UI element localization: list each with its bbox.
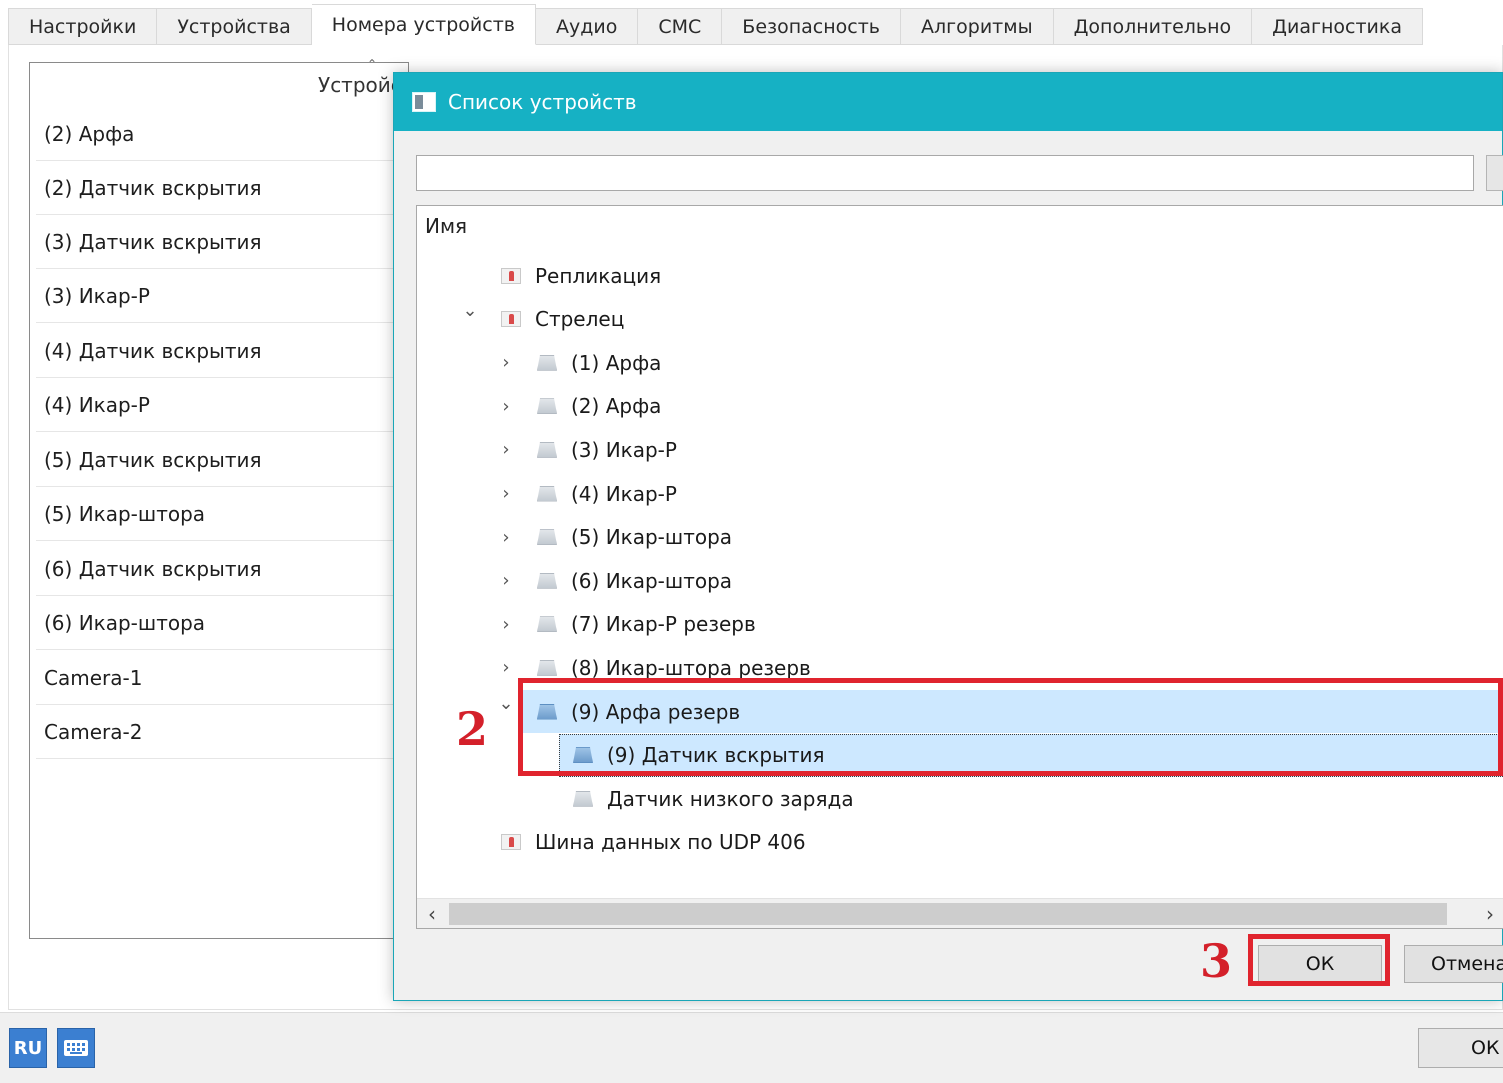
tree-item-label: Датчик низкого заряда — [607, 786, 854, 811]
horizontal-scrollbar[interactable]: ‹ › — [417, 898, 1503, 928]
tree-item[interactable]: Датчик низкого заряда — [417, 777, 1503, 820]
tab-additional[interactable]: Дополнительно — [1053, 8, 1253, 45]
tree-item[interactable]: › (2) Арфа — [417, 385, 1503, 428]
tab-device-numbers[interactable]: Номера устройств — [311, 4, 536, 45]
scroll-left-icon[interactable]: ‹ — [421, 902, 443, 926]
chevron-right-icon[interactable]: › — [497, 657, 515, 678]
annotation-highlight-selection — [518, 678, 1503, 776]
device-icon — [537, 354, 557, 371]
list-item[interactable]: (3) Икар-Р — [36, 269, 408, 323]
device-icon — [537, 441, 557, 458]
list-item[interactable]: (5) Икар-штора — [36, 487, 408, 541]
list-item[interactable]: (6) Икар-штора — [36, 596, 408, 650]
dialog-titlebar[interactable]: Список устройств — [394, 73, 1502, 131]
annotation-step-2: 2 — [456, 702, 489, 756]
device-list-dialog: Список устройств ⌃ Имя Репликация ⌄ Стреле… — [393, 72, 1503, 1001]
tree-item[interactable]: › (5) Икар-штора — [417, 516, 1503, 559]
search-input[interactable] — [416, 155, 1474, 191]
list-item[interactable]: (6) Датчик вскрытия — [36, 542, 408, 596]
list-item[interactable]: Camera-1 — [36, 651, 408, 705]
device-tree[interactable]: ⌃ Имя Репликация ⌄ Стрелец › (1) Арфа › (2) Ар… — [416, 205, 1503, 929]
tree-item-label: (1) Арфа — [571, 350, 662, 375]
tab-diagnostics[interactable]: Диагностика — [1252, 8, 1424, 45]
chevron-down-icon[interactable]: ⌄ — [497, 693, 515, 714]
dialog-title: Список устройств — [448, 90, 637, 114]
chevron-right-icon[interactable]: › — [497, 527, 515, 548]
language-button[interactable]: RU — [9, 1028, 47, 1068]
tree-item[interactable]: › (1) Арфа — [417, 341, 1503, 384]
device-icon — [537, 572, 557, 589]
tree-column-header[interactable]: Имя — [425, 214, 467, 238]
chevron-right-icon[interactable]: › — [497, 439, 515, 460]
bottom-bar — [0, 1012, 1503, 1083]
sort-ascending-icon: ⌃ — [367, 57, 378, 71]
chevron-right-icon[interactable]: › — [497, 352, 515, 373]
tree-item-label: Шина данных по UDP 406 — [535, 830, 806, 855]
tree-item-label: (2) Арфа — [571, 394, 662, 419]
tree-item[interactable]: Шина данных по UDP 406 — [417, 821, 1503, 864]
list-item[interactable]: Camera-2 — [36, 705, 408, 759]
tree-item[interactable]: › (3) Икар-Р — [417, 428, 1503, 471]
tree-item[interactable]: Репликация — [417, 254, 1503, 297]
tab-bar: Настройки Устройства Номера устройств Ау… — [8, 4, 1424, 45]
device-icon — [537, 529, 557, 546]
tree-item-label: Репликация — [535, 263, 662, 288]
device-icon — [537, 659, 557, 676]
device-list-header[interactable]: Устройс — [318, 73, 402, 97]
tab-sms[interactable]: СМС — [638, 8, 723, 45]
list-item[interactable]: (4) Икар-Р — [36, 378, 408, 432]
annotation-step-3: 3 — [1200, 934, 1233, 988]
scroll-right-icon[interactable]: › — [1479, 902, 1501, 926]
tree-item[interactable]: › (7) Икар-Р резерв — [417, 603, 1503, 646]
tab-devices[interactable]: Устройства — [157, 8, 312, 45]
list-item[interactable]: (5) Датчик вскрытия — [36, 433, 408, 487]
tree-item[interactable]: › (6) Икар-штора — [417, 559, 1503, 602]
dialog-cancel-button[interactable]: Отмена — [1404, 945, 1503, 983]
list-item[interactable]: (4) Датчик вскрытия — [36, 324, 408, 378]
device-icon — [537, 485, 557, 502]
tab-audio[interactable]: Аудио — [535, 8, 639, 45]
tab-security[interactable]: Безопасность — [722, 8, 902, 45]
tab-algorithms[interactable]: Алгоритмы — [901, 8, 1054, 45]
tree-item-label: (6) Икар-штора — [571, 568, 733, 593]
device-icon — [573, 790, 593, 807]
tree-item-label: (5) Икар-штора — [571, 525, 733, 550]
tree-item-label: (3) Икар-Р — [571, 437, 677, 462]
tree-item[interactable]: › (4) Икар-Р — [417, 472, 1503, 515]
pin-icon — [501, 834, 521, 851]
window-icon — [412, 92, 436, 112]
tree-item-label: Стрелец — [535, 307, 625, 332]
main-ok-button[interactable]: ОК — [1418, 1028, 1503, 1068]
device-icon — [537, 398, 557, 415]
tree-item-label: (8) Икар-штора резерв — [571, 655, 811, 680]
list-item[interactable]: (2) Арфа — [36, 107, 408, 161]
search-icon[interactable] — [1486, 155, 1503, 191]
pin-icon — [501, 267, 521, 284]
pin-icon — [501, 311, 521, 328]
chevron-right-icon[interactable]: › — [497, 614, 515, 635]
tab-settings[interactable]: Настройки — [8, 8, 158, 45]
list-item[interactable]: (3) Датчик вскрытия — [36, 215, 408, 269]
device-icon — [537, 616, 557, 633]
chevron-down-icon[interactable]: ⌄ — [461, 300, 479, 321]
annotation-highlight-ok — [1248, 934, 1390, 986]
keyboard-icon[interactable] — [57, 1028, 95, 1068]
chevron-right-icon[interactable]: › — [497, 483, 515, 504]
tree-item-label: (7) Икар-Р резерв — [571, 612, 756, 637]
scrollbar-thumb[interactable] — [449, 903, 1447, 925]
list-item[interactable]: (2) Датчик вскрытия — [36, 161, 408, 215]
sort-ascending-icon: ⌃ — [965, 205, 977, 216]
chevron-right-icon[interactable]: › — [497, 396, 515, 417]
tree-item-label: (4) Икар-Р — [571, 481, 677, 506]
device-list[interactable]: ⌃ Устройс (2) Арфа (2) Датчик вскрытия (… — [29, 57, 409, 939]
tree-item[interactable]: ⌄ Стрелец — [417, 298, 1503, 341]
chevron-right-icon[interactable]: › — [497, 570, 515, 591]
